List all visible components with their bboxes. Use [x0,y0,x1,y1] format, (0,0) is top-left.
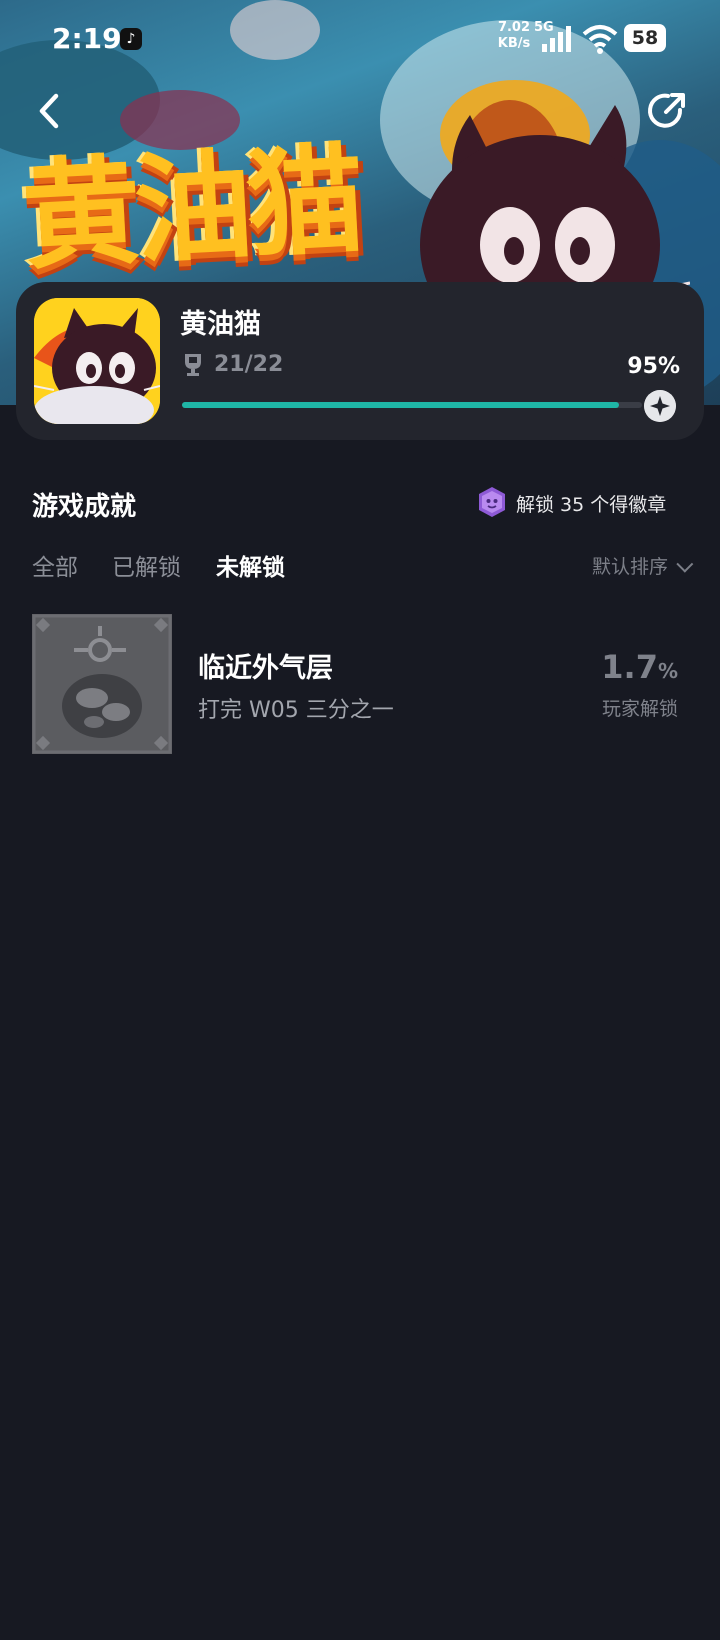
progress-bar-fill [182,402,619,408]
share-button[interactable] [644,88,690,134]
achievement-list-item[interactable]: 临近外气层 打完 W05 三分之一 1.7% 玩家解锁 [32,614,688,754]
trophy-icon [185,354,201,376]
chevron-down-icon [676,555,694,573]
status-time: 2:19 [52,22,122,55]
achievement-name: 临近外气层 [198,653,333,684]
cellular-signal-icon [542,26,571,52]
achievement-description: 打完 W05 三分之一 [198,698,394,723]
achievement-count: 21/22 [214,352,284,377]
badge-unlock-hint: 解锁 35 个得徽章 [516,494,667,516]
badge-icon [479,487,505,517]
progress-percent: 95% [627,354,680,379]
game-name: 黄油猫 [180,309,261,340]
status-bar: 2:19 ♪ 7.02 KB/s 5G 58 [0,0,720,78]
tab-all[interactable]: 全部 [32,548,78,582]
wifi-icon [582,25,618,54]
back-button[interactable] [30,86,70,136]
network-speed: 7.02 KB/s [494,20,534,52]
battery-indicator: 58 [624,24,666,52]
achievements-page: 黄油猫 2:19 ♪ 7.02 KB/s 5G 58 黄油猫 21/22 95%… [0,0,720,1640]
game-app-icon[interactable] [34,298,160,424]
section-title: 游戏成就 [32,492,137,522]
achievement-rate-label: 玩家解锁 [601,698,678,720]
progress-bar [182,402,642,408]
tab-locked[interactable]: 未解锁 [216,548,285,582]
tab-unlocked[interactable]: 已解锁 [112,548,181,582]
achievement-rate-value: 1.7 [601,648,658,686]
tiktok-notification-icon: ♪ [120,28,142,50]
completion-star-icon [644,390,676,422]
achievement-icon [32,614,172,754]
achievement-unlock-rate: 1.7% [601,648,678,686]
network-speed-value: 7.02 [497,20,531,35]
achievement-rate-unit: % [657,659,678,683]
game-progress-card: 黄油猫 21/22 95% [16,282,704,440]
sort-dropdown[interactable]: 默认排序 [591,552,694,579]
sort-label: 默认排序 [591,556,668,578]
network-speed-unit: KB/s [497,36,531,51]
